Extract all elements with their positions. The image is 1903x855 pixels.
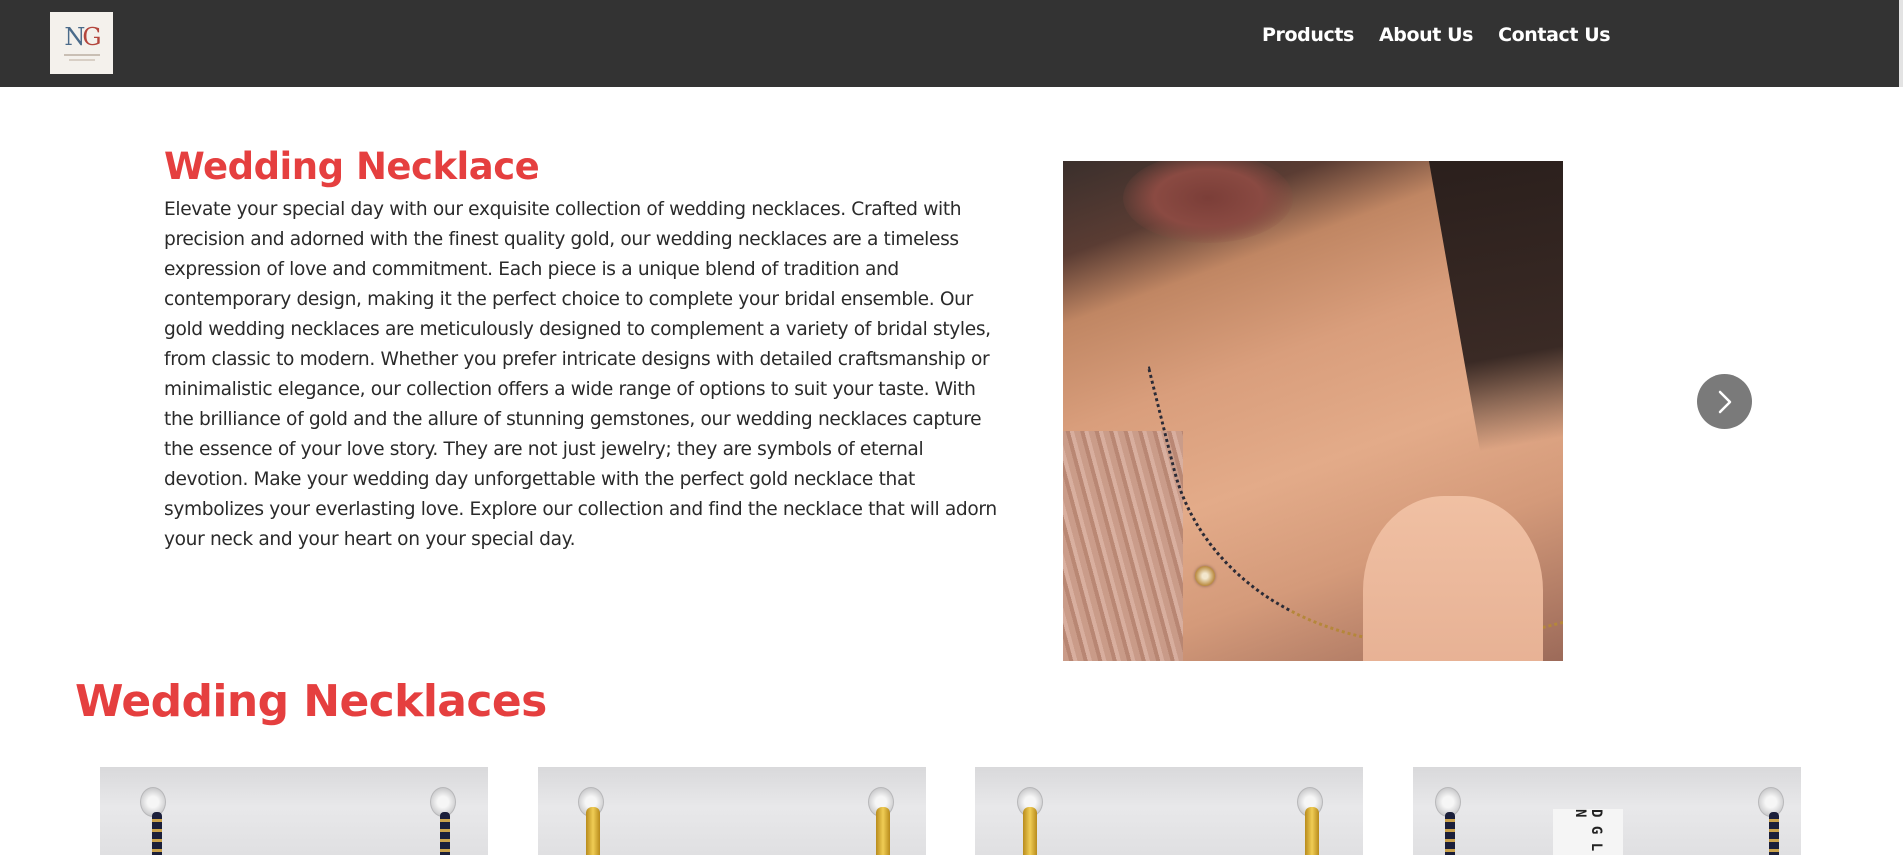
product-card[interactable]: D G L N bbox=[1413, 767, 1801, 855]
hero-description: Elevate your special day with our exquis… bbox=[164, 199, 997, 550]
main-nav: Products About Us Contact Us bbox=[1262, 24, 1611, 46]
nav-link-products[interactable]: Products bbox=[1262, 24, 1354, 46]
chevron-right-icon bbox=[1718, 390, 1731, 413]
logo-monogram: NG bbox=[64, 23, 101, 51]
section-title: Wedding Necklaces bbox=[75, 676, 547, 727]
product-tag: D G L N bbox=[1553, 809, 1623, 855]
product-card[interactable] bbox=[100, 767, 488, 855]
nav-link-about-us[interactable]: About Us bbox=[1379, 24, 1474, 46]
hero-necklace-photo bbox=[1063, 161, 1563, 661]
hero-title: Wedding Necklace bbox=[164, 145, 540, 188]
brand-logo[interactable]: NG bbox=[50, 12, 113, 74]
product-card[interactable] bbox=[538, 767, 926, 855]
nav-link-contact-us[interactable]: Contact Us bbox=[1498, 24, 1611, 46]
carousel-next-button[interactable] bbox=[1697, 374, 1752, 429]
product-card[interactable] bbox=[975, 767, 1363, 855]
page-scrollbar[interactable] bbox=[1899, 0, 1903, 87]
site-header: NG Products About Us Contact Us bbox=[0, 0, 1903, 87]
